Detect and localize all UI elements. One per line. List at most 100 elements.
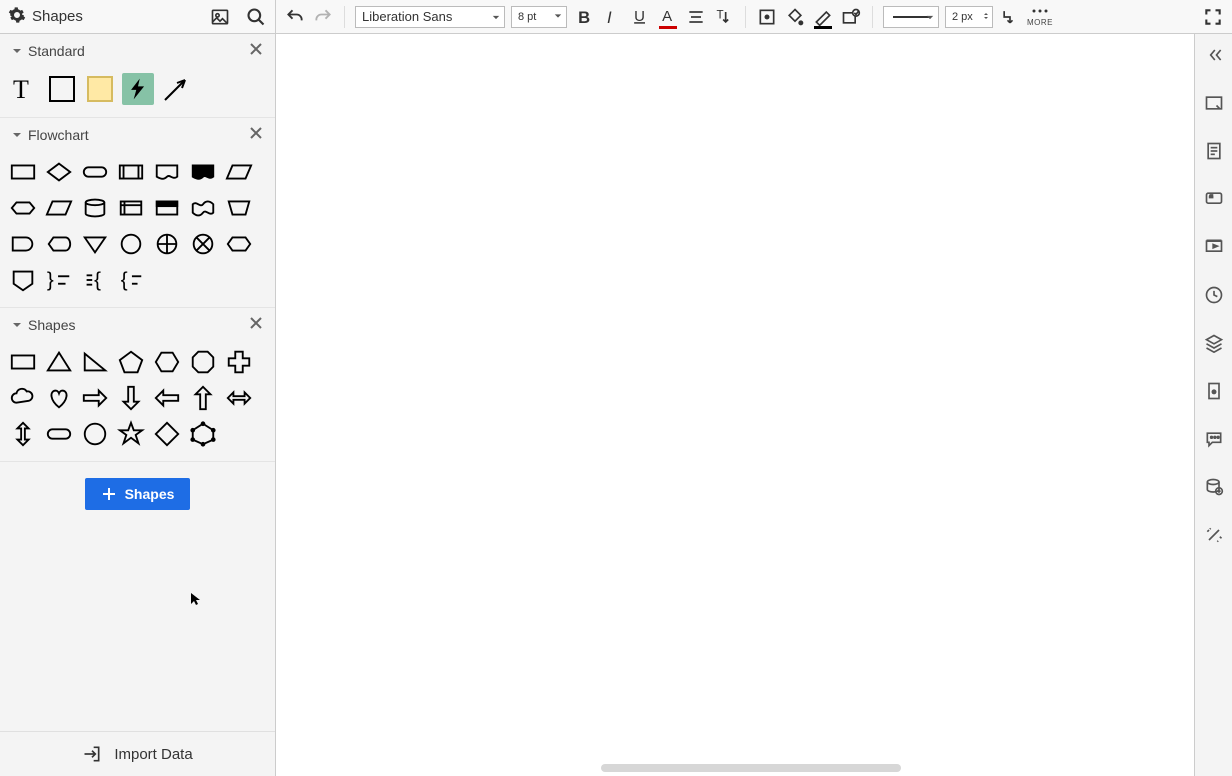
fc-card[interactable] [152, 193, 182, 223]
sh-circle[interactable] [80, 419, 110, 449]
rr-chat-icon[interactable] [1203, 428, 1225, 450]
fc-tape[interactable] [188, 193, 218, 223]
fc-data[interactable] [224, 157, 254, 187]
shape-fill-button[interactable] [756, 6, 778, 28]
fc-connector[interactable] [116, 229, 146, 259]
sh-octagon[interactable] [188, 347, 218, 377]
rr-data-icon[interactable] [1203, 476, 1225, 498]
fc-or[interactable] [188, 229, 218, 259]
chevron-down-icon [554, 11, 562, 23]
arrow-shape[interactable] [160, 73, 192, 105]
fc-merge[interactable] [80, 229, 110, 259]
rr-history-icon[interactable] [1203, 284, 1225, 306]
panel-toggle-flowchart[interactable]: Flowchart [12, 127, 89, 143]
close-icon[interactable] [249, 126, 263, 143]
fc-hexagon[interactable] [8, 193, 38, 223]
horizontal-scrollbar[interactable] [601, 764, 901, 772]
sh-arrow-ud[interactable] [8, 419, 38, 449]
text-shape[interactable]: T [8, 73, 40, 105]
align-button[interactable] [685, 6, 707, 28]
bold-button[interactable]: B [573, 6, 595, 28]
rr-present-icon[interactable] [1203, 236, 1225, 258]
sh-poly[interactable] [188, 419, 218, 449]
fc-database[interactable] [80, 193, 110, 223]
line-color-button[interactable] [812, 6, 834, 28]
fc-summing[interactable] [152, 229, 182, 259]
font-color-button[interactable]: A [657, 6, 679, 28]
search-icon[interactable] [245, 6, 267, 28]
sh-diamond[interactable] [152, 419, 182, 449]
undo-button[interactable] [284, 6, 306, 28]
fc-parallelogram[interactable] [44, 193, 74, 223]
line-style-select[interactable] [883, 6, 939, 28]
rr-page-icon[interactable] [1203, 140, 1225, 162]
svg-text:B: B [578, 7, 590, 26]
fc-brace-left[interactable]: { [116, 265, 146, 295]
fc-delay[interactable] [8, 229, 38, 259]
connection-button[interactable] [999, 6, 1021, 28]
rr-layers-icon[interactable] [1203, 332, 1225, 354]
font-family-select[interactable]: Liberation Sans [355, 6, 505, 28]
fc-offpage[interactable] [8, 265, 38, 295]
shape-style-button[interactable] [840, 6, 862, 28]
rr-navigator-icon[interactable] [1203, 92, 1225, 114]
sh-cloud[interactable] [8, 383, 38, 413]
panel-label: Flowchart [28, 127, 89, 143]
fc-document-filled[interactable] [188, 157, 218, 187]
more-button[interactable]: MORE [1027, 6, 1053, 27]
fc-document[interactable] [152, 157, 182, 187]
panel-toggle-standard[interactable]: Standard [12, 43, 85, 59]
canvas-area[interactable]: ❝ [276, 34, 1232, 776]
fullscreen-button[interactable] [1202, 6, 1224, 28]
image-icon[interactable] [209, 6, 231, 28]
rr-magic-icon[interactable] [1203, 524, 1225, 546]
sh-hexagon[interactable] [152, 347, 182, 377]
sh-cross[interactable] [224, 347, 254, 377]
sh-arrow-right[interactable] [80, 383, 110, 413]
sh-arrow-up[interactable] [188, 383, 218, 413]
close-icon[interactable] [249, 316, 263, 333]
font-size-select[interactable]: 8 pt [511, 6, 567, 28]
rr-comment-icon[interactable]: ❝ [1203, 188, 1225, 210]
note-shape[interactable] [84, 73, 116, 105]
fc-list[interactable]: { [80, 265, 110, 295]
panel-toggle-shapes[interactable]: Shapes [12, 317, 75, 333]
svg-text:U: U [634, 8, 645, 25]
sh-triangle[interactable] [44, 347, 74, 377]
italic-button[interactable]: I [601, 6, 623, 28]
text-direction-button[interactable]: T [713, 6, 735, 28]
fc-terminator[interactable] [80, 157, 110, 187]
sh-star[interactable] [116, 419, 146, 449]
sh-arrow-left[interactable] [152, 383, 182, 413]
sh-rect[interactable] [8, 347, 38, 377]
line-width-select[interactable]: 2 px [945, 6, 993, 28]
redo-button[interactable] [312, 6, 334, 28]
fill-color-button[interactable] [784, 6, 806, 28]
bolt-shape[interactable] [122, 73, 154, 105]
sh-pentagon[interactable] [116, 347, 146, 377]
add-shapes-button[interactable]: Shapes [85, 478, 191, 510]
fc-process[interactable] [8, 157, 38, 187]
import-data-label: Import Data [114, 746, 192, 763]
canvas[interactable] [282, 40, 1194, 762]
underline-button[interactable]: U [629, 6, 651, 28]
close-icon[interactable] [249, 42, 263, 59]
sh-arrow-lr[interactable] [224, 383, 254, 413]
gear-icon[interactable] [8, 6, 26, 28]
fc-brace-right[interactable]: } [44, 265, 74, 295]
import-data-button[interactable]: Import Data [0, 731, 275, 776]
fc-manual-op[interactable] [224, 193, 254, 223]
sh-heart[interactable] [44, 383, 74, 413]
fc-internal-storage[interactable] [116, 193, 146, 223]
rectangle-shape[interactable] [46, 73, 78, 105]
sh-arrow-down[interactable] [116, 383, 146, 413]
sh-rounded[interactable] [44, 419, 74, 449]
fc-predefined[interactable] [116, 157, 146, 187]
fc-decision[interactable] [44, 157, 74, 187]
fc-display[interactable] [44, 229, 74, 259]
sh-right-triangle[interactable] [80, 347, 110, 377]
fc-preparation[interactable] [224, 229, 254, 259]
rr-document-icon[interactable] [1203, 380, 1225, 402]
panel-label: Standard [28, 43, 85, 59]
collapse-rail-icon[interactable] [1203, 44, 1225, 66]
